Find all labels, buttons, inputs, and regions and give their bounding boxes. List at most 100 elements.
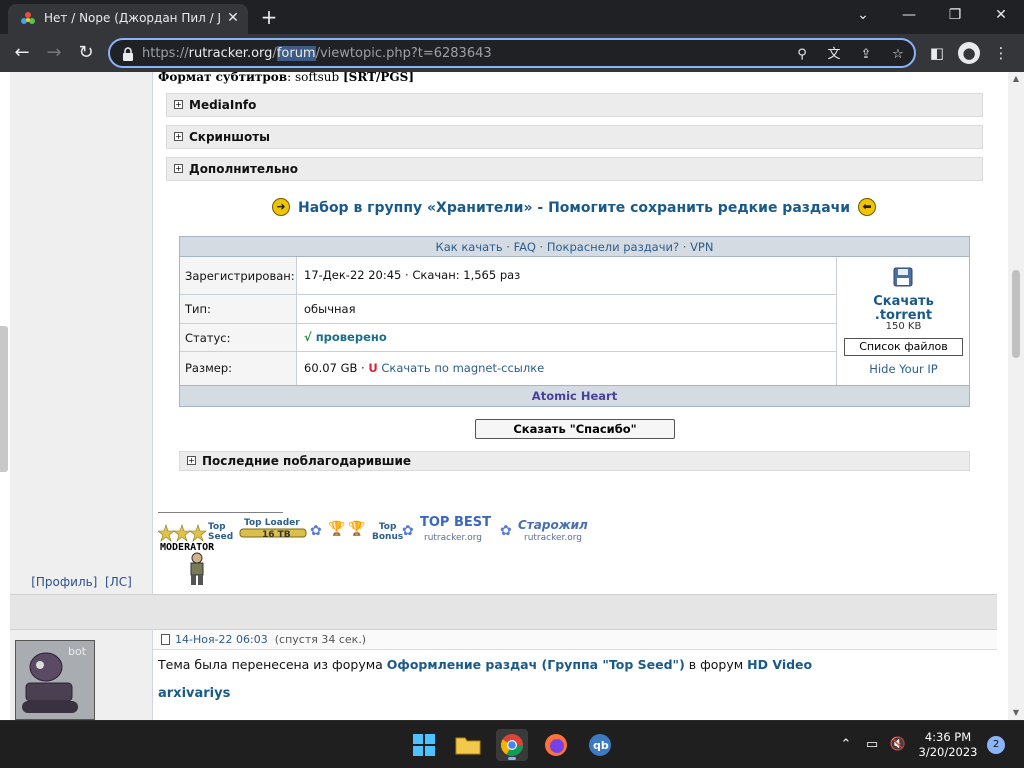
bookmark-star-icon[interactable]: ☆ (888, 45, 908, 65)
menu-kebab-icon[interactable]: ⋮ (990, 42, 1012, 64)
arrow-right-icon: ➜ (272, 198, 290, 216)
magnet-icon: U (368, 361, 378, 375)
top-best-site: rutracker.org (424, 533, 483, 543)
scroll-up-icon[interactable]: ▲ (1008, 72, 1024, 86)
to-forum-link[interactable]: HD Video (747, 657, 812, 672)
old-timer-site: rutracker.org (524, 533, 583, 543)
active-indicator (508, 757, 516, 760)
translate-icon[interactable]: 文 (824, 45, 844, 65)
qbittorrent-icon: qb (589, 734, 611, 756)
signature-divider (158, 512, 283, 513)
next-post-date: 14-Ноя-22 06:03 (спустя 34 сек.) (175, 633, 367, 646)
floppy-disk-icon[interactable] (893, 267, 913, 287)
file-explorer-button[interactable] (452, 729, 484, 761)
type-row: Тип: обычная (180, 295, 836, 324)
size-label: Размер: (180, 352, 297, 385)
gear-medal-icon: ✿ (310, 523, 322, 539)
arrow-left-icon: ⬅ (858, 198, 876, 216)
help-links-bar: Как качать · FAQ · Покраснели раздачи? ·… (180, 237, 969, 257)
post-separator (10, 594, 997, 630)
top-seed-label: Top Seed (208, 522, 234, 542)
post-date-link[interactable]: 14-Ноя-22 06:03 (175, 633, 268, 646)
status-label: Статус: (180, 324, 297, 351)
next-post-text: Тема была перенесена из форума Оформлени… (158, 657, 813, 672)
back-icon[interactable]: ← (8, 39, 36, 67)
share-icon[interactable]: ⇪ (856, 45, 876, 65)
url-text[interactable]: https://rutracker.org/forum/viewtopic.ph… (142, 46, 492, 61)
volume-muted-icon[interactable]: 🔇 (888, 735, 908, 755)
vertical-scrollbar[interactable]: ▲ ▼ (1008, 72, 1024, 720)
notification-badge[interactable]: 2 (987, 736, 1005, 754)
profile-link[interactable]: [Профиль] (31, 575, 97, 589)
spoiler-last-thanked[interactable]: + Последние поблагодарившие (179, 451, 970, 471)
address-bar[interactable]: https://rutracker.org/forum/viewtopic.ph… (108, 38, 916, 68)
rutracker-gear-icon: ✿ (402, 523, 414, 539)
say-thanks-button[interactable]: Сказать "Спасибо" (475, 419, 675, 439)
qbittorrent-button[interactable]: qb (584, 729, 616, 761)
registered-row: Зарегистрирован: 17-Дек-22 20:45 · Скача… (180, 257, 836, 295)
faq-link[interactable]: FAQ (514, 240, 536, 254)
red-torrents-link[interactable]: Покраснели раздачи? (547, 240, 679, 254)
window-close-icon[interactable]: ✕ (978, 0, 1024, 32)
start-button[interactable] (408, 729, 440, 761)
trophy-icon-2: 🏆 (348, 521, 366, 537)
windows-logo-icon (413, 734, 435, 756)
status-value: √ проверено (304, 330, 387, 344)
side-panel-icon[interactable]: ◧ (926, 42, 948, 64)
download-torrent-link[interactable]: Скачать .torrent (837, 295, 970, 323)
magnet-link[interactable]: Скачать по magnet-ссылке (381, 361, 544, 375)
tab-strip: Нет / Nope (Джордан Пил / Jordan Peele) … (0, 0, 1024, 34)
restore-icon[interactable]: ❐ (932, 0, 978, 32)
private-message-link[interactable]: [ЛС] (105, 575, 132, 589)
expand-plus-icon: + (174, 100, 183, 109)
tab-search-chevron-icon[interactable]: ⌄ (840, 0, 886, 32)
folder-icon (455, 737, 481, 755)
top-loader-label: Top Loader (244, 518, 300, 528)
forward-icon[interactable]: → (40, 39, 68, 67)
next-post-author-column: bot (10, 630, 153, 720)
spoiler-additional[interactable]: + Дополнительно (166, 157, 983, 181)
how-to-download-link[interactable]: Как качать (436, 240, 503, 254)
next-post-author[interactable]: arxivariys (158, 686, 230, 701)
torrent-info-table: Как качать · FAQ · Покраснели раздачи? ·… (179, 236, 970, 407)
next-post-header: 14-Ноя-22 06:03 (спустя 34 сек.) (153, 630, 997, 650)
tray-chevron-up-icon[interactable]: ⌃ (836, 735, 856, 755)
rutracker-gear-icon-2: ✿ (500, 523, 512, 539)
spoiler-mediainfo[interactable]: + MediaInfo (166, 93, 983, 117)
scroll-down-icon[interactable]: ▼ (1008, 706, 1024, 720)
top-seed-stars-icon (158, 524, 207, 542)
robot-avatar-icon: bot (16, 641, 94, 719)
file-list-button[interactable]: Список файлов (844, 338, 963, 356)
post-icon[interactable] (161, 634, 170, 645)
page-viewport: Формат субтитров: softsub [SRT/PGS] + Me… (0, 72, 1008, 720)
rutracker-favicon-icon (21, 12, 35, 24)
subtitle-format-line: Формат субтитров: softsub [SRT/PGS] (158, 72, 415, 84)
minimize-icon[interactable]: — (886, 0, 932, 32)
reload-icon[interactable]: ↻ (72, 39, 100, 67)
top-loader-size: 16 TB (262, 530, 291, 540)
network-icon[interactable]: ▭ (862, 735, 882, 755)
keepers-link[interactable]: Набор в группу «Хранители» (298, 200, 533, 216)
checkmark-icon: √ (304, 330, 312, 344)
download-panel: Скачать .torrent 150 KB Список файлов Hid… (836, 257, 969, 385)
save-rare-releases-link[interactable]: Помогите сохранить редкие раздачи (548, 200, 850, 216)
side-drawer-handle[interactable] (0, 326, 8, 472)
profile-avatar-icon[interactable]: ● (958, 42, 980, 64)
firefox-button[interactable] (540, 729, 572, 761)
search-icon[interactable]: ⚲ (792, 45, 812, 65)
chrome-button[interactable] (496, 729, 528, 761)
scroll-thumb[interactable] (1012, 270, 1020, 358)
post-author-column (10, 72, 153, 594)
registered-label: Зарегистрирован: (180, 257, 297, 294)
avatar[interactable]: bot (15, 640, 95, 720)
tab-close-icon[interactable]: ✕ (224, 9, 242, 27)
browser-tab[interactable]: Нет / Nope (Джордан Пил / Jordan Peele) … (8, 4, 248, 34)
hide-ip-link[interactable]: Hide Your IP (837, 362, 970, 376)
expand-plus-icon: + (174, 164, 183, 173)
new-tab-icon[interactable]: + (258, 6, 280, 28)
vpn-link[interactable]: VPN (690, 240, 713, 254)
spoiler-screenshots[interactable]: + Скриншоты (166, 125, 983, 149)
system-clock[interactable]: 4:36 PM 3/20/2023 (916, 730, 980, 760)
expand-plus-icon: + (174, 132, 183, 141)
from-forum-link[interactable]: Оформление раздач (Группа "Top Seed") (387, 657, 685, 672)
